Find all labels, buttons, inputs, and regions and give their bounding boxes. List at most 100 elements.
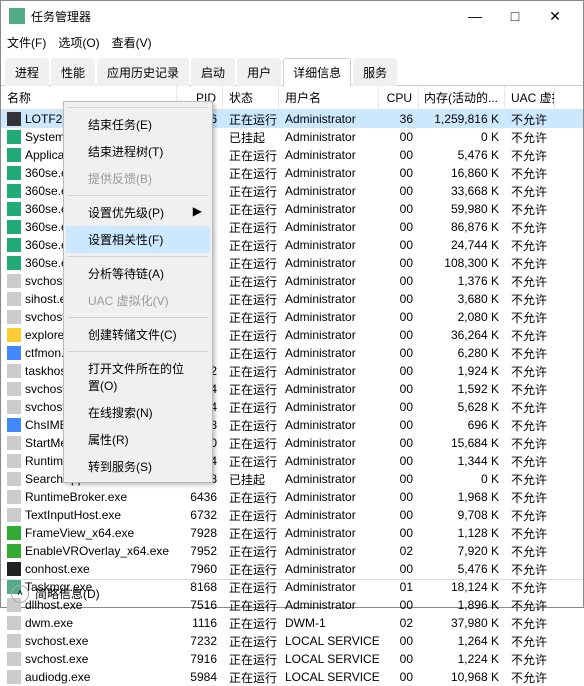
process-icon [7,562,21,576]
menu-item[interactable]: 查看(V) [112,34,152,51]
menu-separator [68,107,208,108]
memory: 16,860 K [419,166,505,180]
process-name: TextInputHost.exe [25,508,121,522]
process-row[interactable]: audiodg.exe5984正在运行LOCAL SERVICE0010,968… [1,668,583,686]
menu-item[interactable]: 文件(F) [7,34,46,51]
tab[interactable]: 启动 [191,58,235,86]
memory: 1,128 K [419,526,505,540]
status: 正在运行 [223,273,279,290]
process-icon [7,238,21,252]
process-icon [7,130,21,144]
memory: 86,876 K [419,220,505,234]
context-menu-item[interactable]: 在线搜索(N) [66,399,210,426]
cpu: 00 [379,508,419,522]
status: 正在运行 [223,309,279,326]
status: 正在运行 [223,219,279,236]
cpu: 00 [379,526,419,540]
process-icon [7,526,21,540]
uac: 不允许 [505,435,555,452]
process-row[interactable]: FrameView_x64.exe7928正在运行Administrator00… [1,524,583,542]
uac: 不允许 [505,561,555,578]
status: 正在运行 [223,615,279,632]
context-menu-item[interactable]: 分析等待链(A) [66,260,210,287]
col-uac[interactable]: UAC 虚拟化 [505,86,555,109]
tab[interactable]: 应用历史记录 [97,58,189,86]
pid: 5984 [177,670,223,684]
process-row[interactable]: TextInputHost.exe6732正在运行Administrator00… [1,506,583,524]
cpu: 00 [379,472,419,486]
submenu-arrow-icon: ▶ [193,204,202,218]
uac: 不允许 [505,237,555,254]
uac: 不允许 [505,219,555,236]
user: Administrator [279,472,379,486]
context-menu-item[interactable]: 结束进程树(T) [66,138,210,165]
cpu: 00 [379,634,419,648]
col-mem[interactable]: 内存(活动的... [419,86,505,109]
tab[interactable]: 详细信息 [283,58,351,86]
process-icon [7,256,21,270]
pid: 7952 [177,544,223,558]
process-row[interactable]: EnableVROverlay_x64.exe 7952正在运行Administr… [1,542,583,560]
status: 正在运行 [223,669,279,686]
context-menu-item[interactable]: 转到服务(S) [66,453,210,480]
user: Administrator [279,544,379,558]
col-user[interactable]: 用户名 [279,86,379,109]
process-name: EnableVROverlay_x64.exe [25,544,169,558]
status: 正在运行 [223,363,279,380]
tab[interactable]: 进程 [5,58,49,86]
process-icon [7,364,21,378]
process-icon [7,166,21,180]
cpu: 00 [379,364,419,378]
context-menu-item[interactable]: 创建转储文件(C) [66,321,210,348]
cpu: 00 [379,238,419,252]
process-name: FrameView_x64.exe [25,526,134,540]
expand-icon[interactable]: ˄ [11,585,29,603]
process-row[interactable]: svchost.exe7232正在运行LOCAL SERVICE001,264 … [1,632,583,650]
context-menu-item[interactable]: 打开文件所在的位置(O) [66,355,210,399]
tab[interactable]: 用户 [237,58,281,86]
process-row[interactable]: RuntimeBroker.exe6436正在运行Administrator00… [1,488,583,506]
process-row[interactable]: svchost.exe7916正在运行LOCAL SERVICE001,224 … [1,650,583,668]
memory: 1,924 K [419,364,505,378]
tab[interactable]: 性能 [51,58,95,86]
cpu: 00 [379,454,419,468]
user: Administrator [279,490,379,504]
memory: 9,708 K [419,508,505,522]
pid: 6436 [177,490,223,504]
status: 正在运行 [223,201,279,218]
maximize-button[interactable]: □ [495,2,535,30]
user: Administrator [279,346,379,360]
cpu: 00 [379,166,419,180]
context-menu-item[interactable]: 结束任务(E) [66,111,210,138]
uac: 不允许 [505,273,555,290]
status: 正在运行 [223,543,279,560]
col-cpu[interactable]: CPU [379,86,419,109]
memory: 24,744 K [419,238,505,252]
process-icon [7,274,21,288]
uac: 不允许 [505,147,555,164]
menu-item[interactable]: 选项(O) [58,34,99,51]
context-menu-item[interactable]: 设置优先级(P)▶ [66,199,210,226]
uac: 不允许 [505,255,555,272]
process-row[interactable]: dwm.exe1116正在运行DWM-10237,980 K不允许 [1,614,583,632]
tab[interactable]: 服务 [353,58,397,86]
cpu: 00 [379,220,419,234]
process-icon [7,112,21,126]
context-menu-item[interactable]: 设置相关性(F) [66,226,210,253]
context-menu-item: UAC 虚拟化(V) [66,287,210,314]
col-status[interactable]: 状态 [223,86,279,109]
minimize-button[interactable]: — [455,2,495,30]
cpu: 00 [379,130,419,144]
memory: 33,668 K [419,184,505,198]
process-row[interactable]: conhost.exe7960正在运行Administrator005,476 … [1,560,583,578]
context-menu-item[interactable]: 属性(R) [66,426,210,453]
process-icon [7,400,21,414]
memory: 15,684 K [419,436,505,450]
uac: 不允许 [505,111,555,128]
status: 正在运行 [223,381,279,398]
close-button[interactable]: ✕ [535,2,575,30]
status: 已挂起 [223,129,279,146]
cpu: 00 [379,328,419,342]
status-label[interactable]: 简略信息(D) [35,585,100,602]
status: 正在运行 [223,291,279,308]
